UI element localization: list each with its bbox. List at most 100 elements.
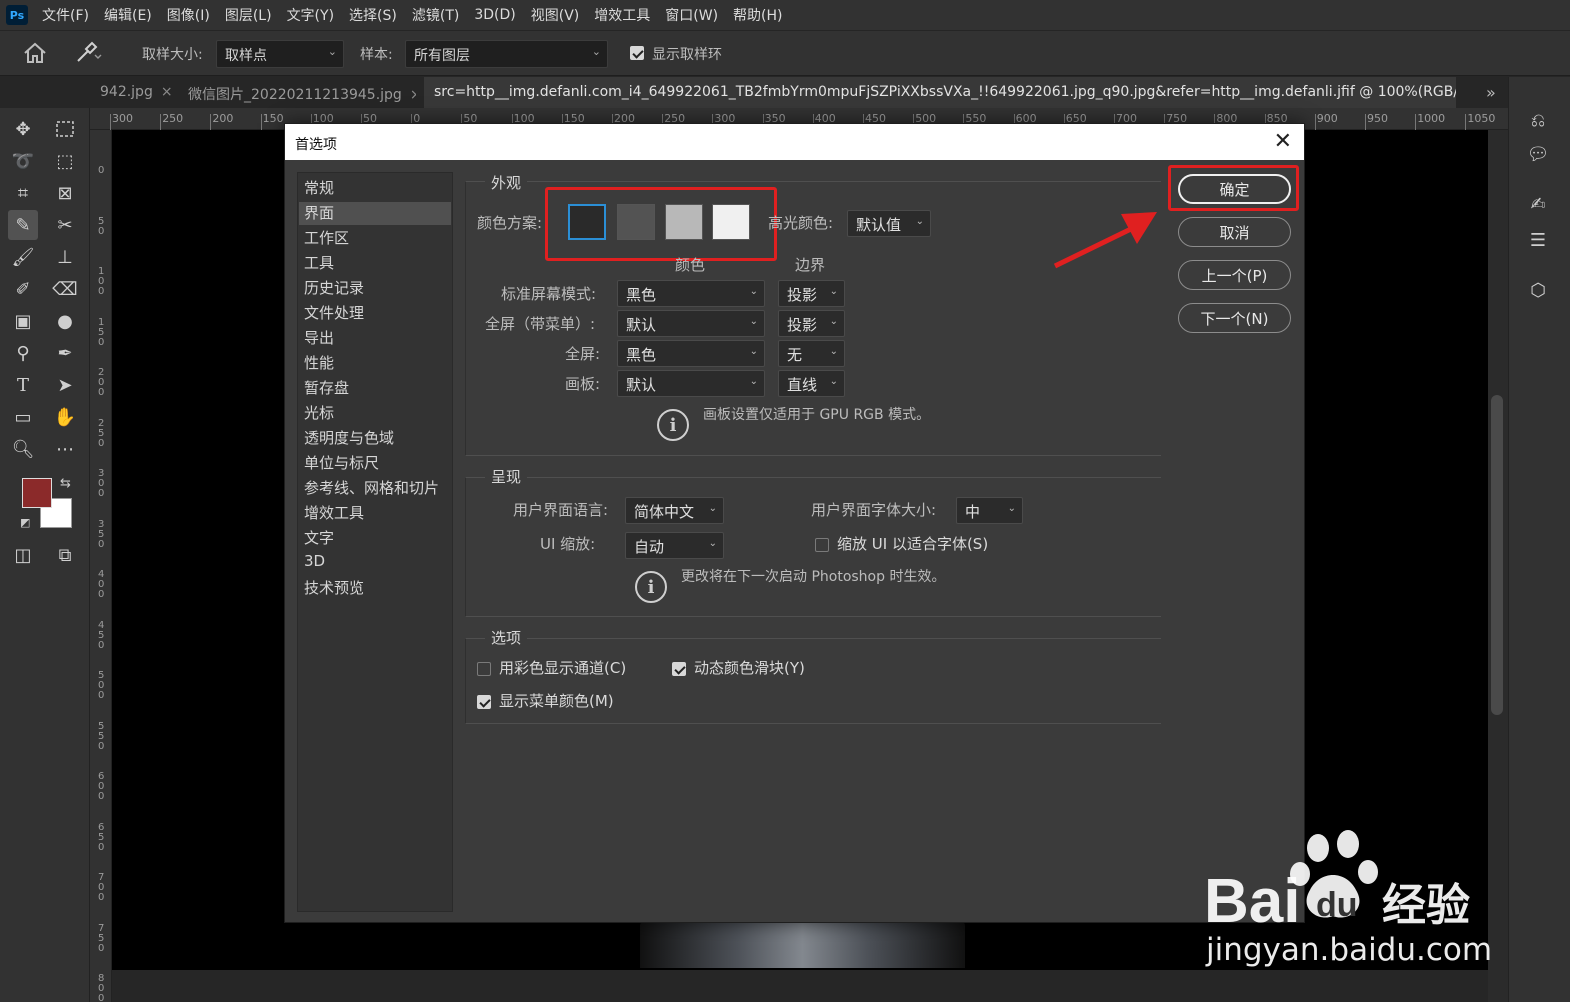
menu-colors-checkbox[interactable]: 显示菜单颜色(M) (477, 690, 614, 711)
scrollbar-thumb[interactable] (1491, 395, 1503, 715)
category-item[interactable]: 3D (304, 552, 325, 575)
standard-screen-color-select[interactable]: 黑色 ⌄ (617, 280, 765, 307)
more-tools-icon[interactable]: ⋯ (50, 434, 80, 464)
comments-panel-icon[interactable]: 💬︎ (1523, 139, 1553, 169)
healing-tool-icon[interactable]: ✂ (50, 210, 80, 240)
menu-3d[interactable]: 3D(D) (474, 7, 515, 23)
zoom-tool-icon[interactable]: 🔍︎ (8, 434, 38, 464)
menu-window[interactable]: 窗口(W) (665, 5, 718, 25)
foreground-color-swatch[interactable] (22, 478, 52, 508)
category-item[interactable]: 光标 (304, 402, 334, 425)
menu-image[interactable]: 图像(I) (167, 5, 210, 25)
screen-mode-icon[interactable]: ⧉ (50, 540, 80, 570)
category-item[interactable]: 暂存盘 (304, 377, 349, 400)
close-icon[interactable]: × (410, 87, 416, 103)
category-item[interactable]: 增效工具 (304, 502, 364, 525)
category-item[interactable]: 导出 (304, 327, 334, 350)
show-ring-checkbox[interactable] (630, 45, 644, 61)
frame-tool-icon[interactable]: ⊠ (50, 178, 80, 208)
category-list: 常规 界面 工作区 工具 历史记录 文件处理 导出 性能 暂存盘 光标 透明度与色域 单位与标尺 参考线… (297, 172, 453, 912)
next-button[interactable]: 下一个(N) (1178, 303, 1291, 333)
crop-tool-icon[interactable]: ⌗ (8, 178, 38, 208)
brush-settings-icon[interactable]: ✍ (1523, 189, 1553, 219)
eyedropper-icon[interactable]: ✎ (8, 210, 38, 240)
previous-button[interactable]: 上一个(P) (1178, 260, 1291, 290)
category-item[interactable]: 单位与标尺 (304, 452, 379, 475)
standard-screen-border-select[interactable]: 投影 ⌄ (778, 280, 845, 307)
marquee-tool-icon[interactable] (50, 114, 80, 144)
dynamic-sliders-checkbox[interactable]: 动态颜色滑块(Y) (672, 657, 805, 678)
close-icon[interactable]: × (161, 84, 172, 100)
category-item[interactable]: 工具 (304, 252, 334, 275)
3d-panel-icon[interactable]: ⬡ (1523, 275, 1553, 305)
swap-colors-icon[interactable]: ⇆ (60, 476, 71, 491)
checkbox-box[interactable] (672, 661, 686, 676)
move-tool-icon[interactable]: ✥ (8, 114, 38, 144)
ok-button[interactable]: 确定 (1178, 174, 1291, 204)
eraser-tool-icon[interactable]: ⌫ (50, 274, 80, 304)
fullscreen-border-select[interactable]: 无 ⌄ (778, 340, 845, 367)
category-item[interactable]: 界面 (299, 202, 451, 225)
blur-tool-icon[interactable]: ● (50, 306, 80, 336)
pen-tool-icon[interactable]: ✒ (50, 338, 80, 368)
scale-ui-to-font-checkbox[interactable]: 缩放 UI 以适合字体(S) (815, 533, 988, 554)
category-item[interactable]: 历史记录 (304, 277, 364, 300)
artboard-color-select[interactable]: 默认 ⌄ (617, 370, 765, 397)
rectangle-tool-icon[interactable]: ▭ (8, 402, 38, 432)
highlight-color-select[interactable]: 默认值 ⌄ (847, 210, 931, 237)
lasso-tool-icon[interactable]: ➰ (8, 146, 38, 176)
sample-select[interactable]: 所有图层 ⌄ (405, 40, 608, 68)
menu-layer[interactable]: 图层(L) (225, 5, 272, 25)
ui-language-select[interactable]: 简体中文 ⌄ (625, 497, 724, 524)
color-channels-checkbox[interactable]: 用彩色显示通道(C) (477, 657, 626, 678)
menu-filter[interactable]: 滤镜(T) (412, 5, 459, 25)
gradient-tool-icon[interactable]: ▣ (8, 306, 38, 336)
category-item[interactable]: 文件处理 (304, 302, 364, 325)
artboard-border-select[interactable]: 直线 ⌄ (778, 370, 845, 397)
category-item[interactable]: 技术预览 (304, 577, 364, 600)
home-icon[interactable] (22, 41, 48, 69)
category-item[interactable]: 性能 (304, 352, 334, 375)
category-item[interactable]: 常规 (304, 177, 334, 200)
menu-plugins[interactable]: 增效工具 (594, 5, 650, 25)
category-item[interactable]: 文字 (304, 527, 334, 550)
menu-view[interactable]: 视图(V) (531, 5, 580, 25)
history-brush-icon[interactable]: ✐ (8, 274, 38, 304)
checkbox-box[interactable] (815, 537, 829, 552)
dodge-tool-icon[interactable]: ⚲ (8, 338, 38, 368)
eyedropper-tool-icon[interactable] (74, 41, 102, 69)
default-colors-icon[interactable]: ◩ (20, 516, 30, 529)
adjustments-panel-icon[interactable]: ☰ (1523, 225, 1553, 255)
checkbox-box[interactable] (477, 694, 491, 709)
checkbox-box[interactable] (477, 661, 491, 676)
tab-942[interactable]: 942.jpg × (90, 77, 172, 109)
category-item[interactable]: 工作区 (304, 227, 349, 250)
path-select-icon[interactable]: ➤ (50, 370, 80, 400)
tab-overflow-icon[interactable]: » (1486, 83, 1496, 102)
ui-font-size-select[interactable]: 中 ⌄ (956, 497, 1023, 524)
brush-tool-icon[interactable]: 🖌 (8, 242, 38, 272)
history-panel-icon[interactable]: ⎌ (1523, 105, 1553, 135)
menu-file[interactable]: 文件(F) (42, 5, 89, 25)
sample-size-select[interactable]: 取样点 ⌄ (216, 40, 344, 68)
tab-wechat-image[interactable]: 微信图片_20220211213945.jpg × (178, 77, 416, 109)
hand-tool-icon[interactable]: ✋ (50, 402, 80, 432)
menu-type[interactable]: 文字(Y) (287, 5, 334, 25)
close-icon[interactable]: ✕ (1274, 129, 1292, 154)
ui-scale-select[interactable]: 自动 ⌄ (625, 532, 724, 559)
fullscreen-color-select[interactable]: 黑色 ⌄ (617, 340, 765, 367)
fullscreen-menu-color-select[interactable]: 默认 ⌄ (617, 310, 765, 337)
menu-edit[interactable]: 编辑(E) (104, 5, 152, 25)
type-tool-icon[interactable]: T (8, 370, 38, 400)
tab-active-document[interactable]: src=http__img.defanli.com_i4_649922061_T… (424, 77, 1456, 109)
category-item[interactable]: 参考线、网格和切片 (304, 477, 439, 500)
sample-value: 所有图层 (414, 48, 470, 64)
menu-help[interactable]: 帮助(H) (733, 5, 782, 25)
menu-select[interactable]: 选择(S) (349, 5, 397, 25)
cancel-button[interactable]: 取消 (1178, 217, 1291, 247)
quick-mask-icon[interactable]: ◫ (8, 540, 38, 570)
category-item[interactable]: 透明度与色域 (304, 427, 394, 450)
object-select-tool-icon[interactable]: ⬚ (50, 146, 80, 176)
fullscreen-menu-border-select[interactable]: 投影 ⌄ (778, 310, 845, 337)
stamp-tool-icon[interactable]: ⊥ (50, 242, 80, 272)
